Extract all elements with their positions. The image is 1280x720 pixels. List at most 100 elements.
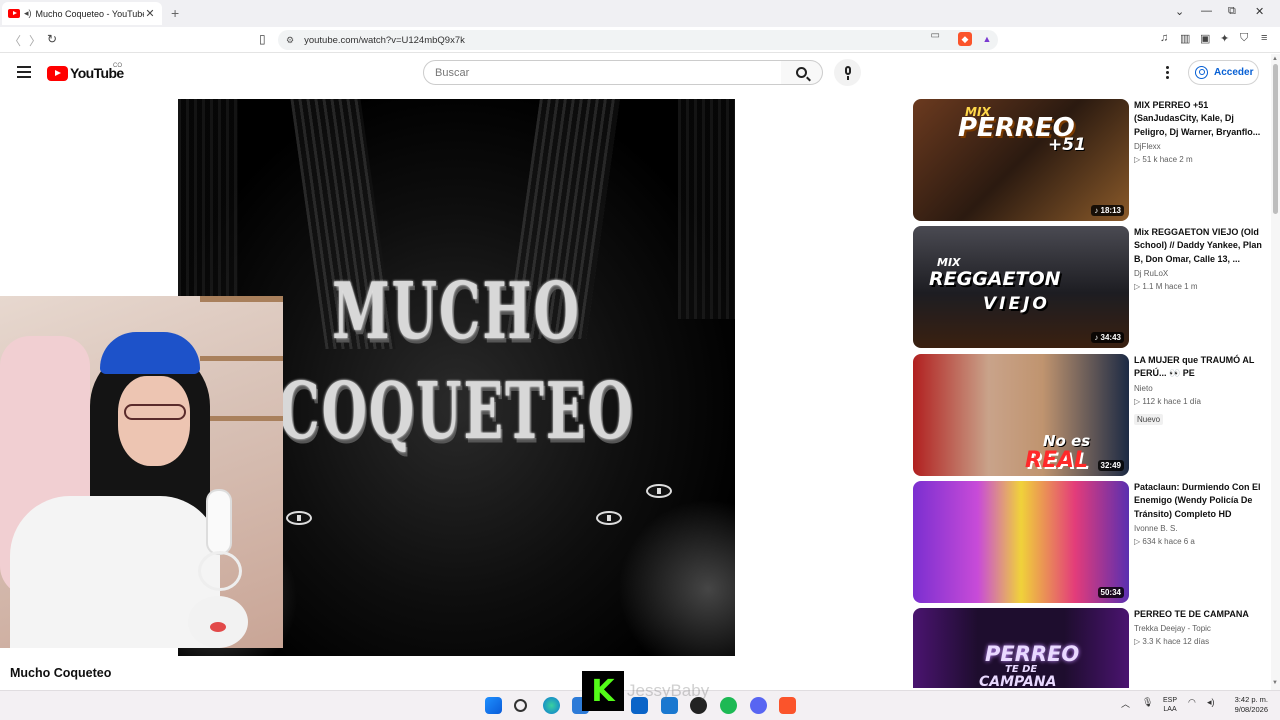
media-controls-icon[interactable]: ♫ <box>1160 32 1168 44</box>
brave-shields-icon[interactable]: ◆ <box>958 32 972 46</box>
recommendation-title[interactable]: Mix REGGAETON VIEJO (Old School) // Dadd… <box>1134 226 1262 266</box>
recommendation-thumbnail[interactable]: No es REAL 32:49 <box>913 354 1129 476</box>
artwork-speaker <box>646 484 672 498</box>
streamer-cap <box>100 332 200 374</box>
country-code: CO <box>113 63 122 69</box>
new-tab-button[interactable]: + <box>171 5 179 21</box>
recommendation-channel[interactable]: Dj RuLoX <box>1134 267 1262 280</box>
recommendation-thumbnail[interactable]: MIX PERREO +51 ♪ 18:13 <box>913 99 1129 221</box>
recommendation-channel[interactable]: Ivonne B. S. <box>1134 522 1262 535</box>
thumbnail-text: REAL <box>1025 448 1089 473</box>
recommendation-item[interactable]: No es REAL 32:49 LA MUJER que TRAUMÓ AL … <box>913 354 1263 476</box>
language-code: ESP <box>1163 697 1178 704</box>
clock-time: 3:42 p. m. <box>1234 695 1268 704</box>
recommendation-channel[interactable]: Nieto <box>1134 382 1262 395</box>
volume-icon[interactable]: ◂) <box>1207 697 1215 708</box>
shelf <box>200 356 283 361</box>
minimize-button[interactable]: — <box>1201 5 1212 17</box>
video-duration: 50:34 <box>1097 587 1124 598</box>
recommendation-item[interactable]: 50:34 Pataclaun: Durmiendo Con El Enemig… <box>913 481 1263 603</box>
spotify-icon[interactable] <box>720 697 737 714</box>
reload-icon[interactable]: ↻ <box>47 32 57 46</box>
sign-in-button[interactable]: Acceder <box>1188 60 1259 85</box>
tab-title: Mucho Coqueteo - YouTube <box>35 8 144 19</box>
maximize-button[interactable]: ⧉ <box>1228 5 1236 18</box>
recommendation-thumbnail[interactable]: 50:34 <box>913 481 1129 603</box>
thumbnail-text: PERREO <box>985 642 1080 666</box>
browser-toolbar: 〈 〉 ↻ ▯ ⚙ youtube.com/watch?v=U124mbQ9x7… <box>0 27 1280 53</box>
discord-icon[interactable] <box>750 697 767 714</box>
close-window-button[interactable]: ✕ <box>1255 5 1264 18</box>
search-button[interactable] <box>781 60 823 85</box>
tab-close-icon[interactable]: ✕ <box>144 7 156 20</box>
scroll-thumb[interactable] <box>1273 64 1278 214</box>
forward-icon[interactable]: 〉 <box>29 32 41 49</box>
shelf <box>200 296 283 302</box>
recommendation-channel[interactable]: DjFlexx <box>1134 140 1262 153</box>
clock[interactable]: 3:42 p. m. 9/08/2026 <box>1224 695 1268 715</box>
search-input[interactable] <box>423 60 782 85</box>
video-duration: 32:49 <box>1097 460 1124 471</box>
recommendation-channel[interactable]: Trekka Deejay - Topic <box>1134 622 1262 635</box>
browser-menu-icon[interactable]: ≡ <box>1261 32 1267 44</box>
site-info-icon[interactable]: ⚙ <box>286 35 294 46</box>
tab-search-icon[interactable]: ⌄ <box>1175 5 1184 18</box>
tray-overflow-icon[interactable]: ︿ <box>1121 697 1130 710</box>
settings-more-icon[interactable] <box>1166 66 1170 80</box>
sidebar-icon[interactable]: ▥ <box>1180 32 1190 45</box>
recommendation-thumbnail[interactable]: PERREO TE DE CAMPANA <box>913 608 1129 688</box>
recommendation-thumbnail[interactable]: MIX REGGAETON VIEJO ♪ 34:43 <box>913 226 1129 348</box>
search-taskbar-icon[interactable] <box>514 699 527 712</box>
page-scrollbar[interactable]: ▲ ▼ <box>1271 54 1280 690</box>
brave-rewards-icon[interactable]: ▲ <box>980 32 994 46</box>
thumbnail-text: VIEJO <box>983 294 1050 314</box>
bookmark-icon[interactable]: ▯ <box>259 32 266 46</box>
youtube-play-icon <box>47 65 68 81</box>
recommendation-title[interactable]: MIX PERREO +51 (SanJudasCity, Kale, Dj P… <box>1134 99 1262 139</box>
scroll-up-icon[interactable]: ▲ <box>1272 56 1278 62</box>
kick-letter: K <box>591 673 615 709</box>
windows-start-icon[interactable] <box>485 697 502 714</box>
wallet-icon[interactable]: ▣ <box>1200 32 1210 45</box>
leo-ai-icon[interactable]: ✦ <box>1220 32 1229 45</box>
recommendation-title[interactable]: LA MUJER que TRAUMÓ AL PERÚ... 👀 PE <box>1134 354 1262 381</box>
account-icon <box>1195 66 1208 79</box>
address-bar[interactable]: ⚙ youtube.com/watch?v=U124mbQ9x7k <box>278 30 998 50</box>
language-indicator[interactable]: ESP LAA <box>1163 696 1177 714</box>
recommendation-stats: ▷ 1.1 M hace 1 m <box>1134 281 1198 291</box>
speaker-icon[interactable]: ◂) <box>24 8 32 19</box>
thumbnail-text: CAMPANA <box>979 674 1057 688</box>
browser-tab-strip: ◂) Mucho Coqueteo - YouTube ✕ + ⌄ — ⧉ ✕ <box>0 0 1280 27</box>
cast-icon[interactable]: ▭ <box>931 30 940 41</box>
recommendation-item[interactable]: PERREO TE DE CAMPANA PERREO TE DE CAMPAN… <box>913 608 1263 688</box>
back-icon[interactable]: 〈 <box>9 32 21 49</box>
streamer-watermark: JessyBaby <box>627 681 710 700</box>
recommendation-title[interactable]: PERREO TE DE CAMPANA <box>1134 608 1262 621</box>
voice-search-button[interactable] <box>834 59 861 86</box>
artwork-speaker <box>596 511 622 525</box>
brave-icon[interactable] <box>779 697 796 714</box>
recommendation-stats: ▷ 3.3 K hace 12 días <box>1134 637 1210 647</box>
url-text[interactable]: youtube.com/watch?v=U124mbQ9x7k <box>304 35 465 46</box>
recommendation-item[interactable]: MIX REGGAETON VIEJO ♪ 34:43 Mix REGGAETO… <box>913 226 1263 348</box>
tray-mic-icon[interactable]: 🎙 <box>1142 697 1153 708</box>
streamer-glasses <box>124 404 186 420</box>
hamburger-menu-icon[interactable] <box>17 66 31 78</box>
kick-logo: K <box>582 671 624 711</box>
new-badge: Nuevo <box>1134 413 1164 425</box>
edge-icon[interactable] <box>543 697 560 714</box>
wifi-icon[interactable]: ◠ <box>1188 697 1196 708</box>
layout-code: LAA <box>1163 706 1177 713</box>
recommendation-title[interactable]: Pataclaun: Durmiendo Con El Enemigo (Wen… <box>1134 481 1262 521</box>
recommendation-item[interactable]: MIX PERREO +51 ♪ 18:13 MIX PERREO +51 (S… <box>913 99 1263 221</box>
video-duration: ♪ 34:43 <box>1091 332 1124 343</box>
browser-tab[interactable]: ◂) Mucho Coqueteo - YouTube ✕ <box>2 2 162 25</box>
recommendation-stats: ▷ 51 k hace 2 m <box>1134 154 1193 164</box>
microphone-icon <box>845 66 851 75</box>
sign-in-label: Acceder <box>1214 67 1254 78</box>
vpn-icon[interactable]: ⛉ <box>1240 32 1248 45</box>
scroll-down-icon[interactable]: ▼ <box>1272 680 1278 686</box>
shelf <box>200 416 283 421</box>
video-duration: ♪ 18:13 <box>1091 205 1124 216</box>
recommendation-stats: ▷ 112 k hace 1 día <box>1134 396 1201 406</box>
